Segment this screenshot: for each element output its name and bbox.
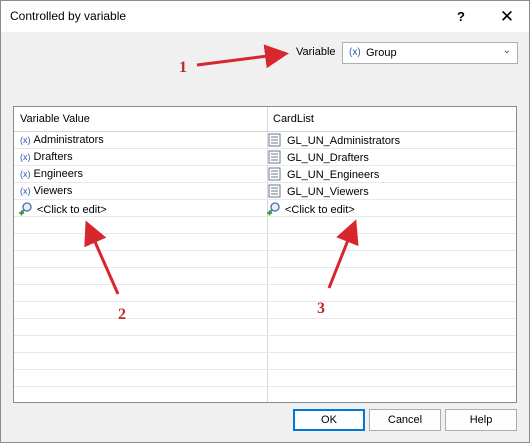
- variable-value-cell: Drafters: [33, 151, 73, 163]
- chevron-down-icon: ⌄: [502, 45, 511, 56]
- ok-button[interactable]: OK: [293, 409, 365, 431]
- column-header-variable-value[interactable]: Variable Value: [14, 107, 267, 132]
- variable-value-cell: Viewers: [33, 185, 73, 197]
- cardlist-icon: [268, 150, 281, 164]
- empty-row: [14, 319, 516, 336]
- add-search-icon: [267, 202, 280, 216]
- variable-label: Variable: [296, 46, 336, 58]
- empty-row: [14, 217, 516, 234]
- cardlist-cell: GL_UN_Viewers: [287, 186, 369, 198]
- variable-icon: (x): [20, 169, 31, 179]
- empty-row: [14, 353, 516, 370]
- value-grid: Variable Value CardList (x) Administrator…: [13, 106, 517, 403]
- column-header-cardlist[interactable]: CardList: [267, 107, 516, 132]
- title-help-button[interactable]: ?: [441, 1, 481, 32]
- empty-row: [14, 285, 516, 302]
- variable-value: Group: [366, 47, 397, 59]
- add-search-icon: [19, 202, 32, 216]
- empty-row: [14, 268, 516, 285]
- variable-icon: (x): [20, 186, 31, 196]
- variable-icon: (x): [349, 47, 361, 58]
- empty-row: [14, 302, 516, 319]
- empty-row: [14, 234, 516, 251]
- cancel-button[interactable]: Cancel: [369, 409, 441, 431]
- annotation-label-3: 3: [317, 300, 325, 317]
- annotation-label-1: 1: [179, 59, 187, 76]
- table-row[interactable]: (x) Engineers GL_UN_Engineers: [14, 166, 516, 183]
- empty-row: [14, 370, 516, 387]
- cardlist-icon: [268, 133, 281, 147]
- cardlist-cell: GL_UN_Administrators: [287, 135, 401, 147]
- empty-row: [14, 251, 516, 268]
- dialog-window: Controlled by variable ? ✕ Variable (x) …: [0, 0, 530, 443]
- dialog-title: Controlled by variable: [10, 9, 127, 23]
- help-button[interactable]: Help: [445, 409, 517, 431]
- title-bar: Controlled by variable ? ✕: [1, 1, 529, 32]
- annotation-label-2: 2: [118, 306, 126, 323]
- click-to-edit-value[interactable]: <Click to edit>: [18, 201, 107, 216]
- click-to-edit-label: <Click to edit>: [285, 204, 355, 216]
- empty-row: [14, 336, 516, 353]
- click-to-edit-card[interactable]: <Click to edit>: [266, 201, 355, 216]
- new-row[interactable]: <Click to edit> <Click to edit>: [14, 200, 516, 217]
- table-row[interactable]: (x) Administrators GL_UN_Administrators: [14, 132, 516, 149]
- click-to-edit-label: <Click to edit>: [37, 204, 107, 216]
- cardlist-icon: [268, 184, 281, 198]
- variable-icon: (x): [20, 152, 31, 162]
- annotation-arrow-1: [196, 44, 289, 69]
- close-button[interactable]: ✕: [487, 1, 527, 32]
- table-row[interactable]: (x) Viewers GL_UN_Viewers: [14, 183, 516, 200]
- cardlist-icon: [268, 167, 281, 181]
- variable-dropdown[interactable]: (x) Group ⌄: [342, 42, 518, 64]
- cardlist-cell: GL_UN_Drafters: [287, 152, 369, 164]
- variable-value-cell: Engineers: [33, 168, 84, 180]
- table-row[interactable]: (x) Drafters GL_UN_Drafters: [14, 149, 516, 166]
- variable-value-cell: Administrators: [33, 134, 104, 146]
- variable-icon: (x): [20, 135, 31, 145]
- cardlist-cell: GL_UN_Engineers: [287, 169, 380, 181]
